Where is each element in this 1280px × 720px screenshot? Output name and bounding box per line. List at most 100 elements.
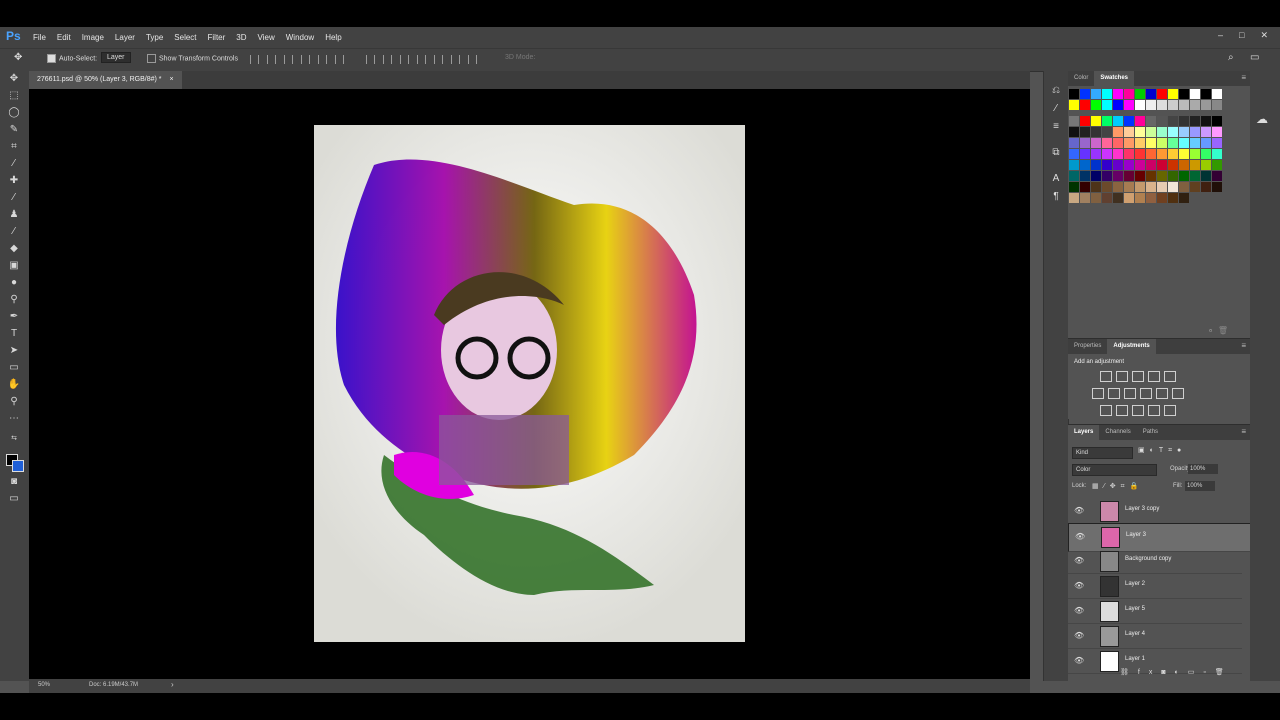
quick-select-icon[interactable]: ✎ xyxy=(7,124,21,136)
swatch[interactable] xyxy=(1146,138,1156,148)
visibility-eye-icon[interactable]: 👁 xyxy=(1075,532,1085,541)
swatch[interactable] xyxy=(1124,182,1134,192)
swatch[interactable] xyxy=(1146,149,1156,159)
tab-channels[interactable]: Channels xyxy=(1099,425,1136,440)
photo-filter-icon[interactable] xyxy=(1140,388,1152,399)
color-lookup-icon[interactable] xyxy=(1172,388,1184,399)
healing-brush-icon[interactable]: ✚ xyxy=(7,175,21,187)
panel-menu-icon[interactable]: ≡ xyxy=(1241,427,1246,436)
swatch[interactable] xyxy=(1179,127,1189,137)
adjustments-icon[interactable]: ≡ xyxy=(1050,121,1062,133)
swatch[interactable] xyxy=(1080,138,1090,148)
layer-thumbnail[interactable] xyxy=(1100,551,1119,572)
swatch[interactable] xyxy=(1113,100,1123,110)
swatch[interactable] xyxy=(1157,182,1167,192)
pen-tool-icon[interactable]: ✒ xyxy=(7,311,21,323)
swatch[interactable] xyxy=(1091,127,1101,137)
swatch[interactable] xyxy=(1157,89,1167,99)
swatch[interactable] xyxy=(1157,127,1167,137)
gradient-map-icon[interactable] xyxy=(1148,405,1160,416)
swatch[interactable] xyxy=(1069,127,1079,137)
swatch[interactable] xyxy=(1157,116,1167,126)
swatch[interactable] xyxy=(1157,160,1167,170)
zoom-level[interactable]: 50% xyxy=(38,682,50,688)
fill-input[interactable]: 100% xyxy=(1185,481,1215,491)
swatch[interactable] xyxy=(1080,171,1090,181)
swatch[interactable] xyxy=(1212,160,1222,170)
hue-sat-icon[interactable] xyxy=(1092,388,1104,399)
menu-edit[interactable]: Edit xyxy=(57,33,71,42)
swap-colors-icon[interactable]: ⇆ xyxy=(7,433,21,445)
tab-color[interactable]: Color xyxy=(1068,71,1094,86)
tab-swatches[interactable]: Swatches xyxy=(1094,71,1135,86)
layer-filter-icons[interactable]: ▣◐T⌗● xyxy=(1138,446,1186,455)
swatch[interactable] xyxy=(1135,100,1145,110)
swatch[interactable] xyxy=(1146,193,1156,203)
swatch[interactable] xyxy=(1201,116,1211,126)
libraries-icon[interactable]: ☁ xyxy=(1256,112,1268,126)
layer-filter-kind[interactable]: Kind xyxy=(1072,447,1133,459)
swatch[interactable] xyxy=(1201,89,1211,99)
swatch[interactable] xyxy=(1146,100,1156,110)
swatch[interactable] xyxy=(1069,193,1079,203)
swatch[interactable] xyxy=(1124,116,1134,126)
character-icon[interactable]: A xyxy=(1050,173,1062,185)
swatch[interactable] xyxy=(1190,160,1200,170)
swatch[interactable] xyxy=(1168,193,1178,203)
dodge-tool-icon[interactable]: ⚲ xyxy=(7,294,21,306)
swatch[interactable] xyxy=(1135,182,1145,192)
search-icon[interactable]: ⌕ xyxy=(1228,52,1234,63)
minimize-button[interactable]: – xyxy=(1218,30,1223,41)
swatch[interactable] xyxy=(1124,100,1134,110)
levels-icon[interactable] xyxy=(1116,371,1128,382)
swatch[interactable] xyxy=(1080,160,1090,170)
swatch[interactable] xyxy=(1091,149,1101,159)
selective-color-icon[interactable] xyxy=(1164,405,1176,416)
layer-panel-footer[interactable]: ⛓fx◙◐▭▫🗑 xyxy=(1120,668,1233,676)
layer-name[interactable]: Layer 1 xyxy=(1125,656,1145,662)
swatch[interactable] xyxy=(1080,193,1090,203)
quick-mask-icon[interactable]: ◙ xyxy=(7,476,21,488)
swatch[interactable] xyxy=(1091,193,1101,203)
layer-name[interactable]: Background copy xyxy=(1125,556,1171,562)
swatch[interactable] xyxy=(1102,116,1112,126)
maximize-button[interactable]: □ xyxy=(1239,30,1244,41)
auto-select-dropdown[interactable]: Layer xyxy=(101,52,131,63)
swatch[interactable] xyxy=(1124,127,1134,137)
swatch[interactable] xyxy=(1201,160,1211,170)
swatch[interactable] xyxy=(1201,127,1211,137)
crop-tool-icon[interactable]: ⌗ xyxy=(7,141,21,153)
swatch[interactable] xyxy=(1135,149,1145,159)
swatch[interactable] xyxy=(1113,127,1123,137)
swatch[interactable] xyxy=(1102,171,1112,181)
visibility-eye-icon[interactable]: 👁 xyxy=(1074,606,1084,615)
swatch[interactable] xyxy=(1069,160,1079,170)
type-tool-icon[interactable]: T xyxy=(7,328,21,340)
swatch[interactable] xyxy=(1091,138,1101,148)
menu-type[interactable]: Type xyxy=(146,33,163,42)
swatch[interactable] xyxy=(1069,89,1079,99)
visibility-eye-icon[interactable]: 👁 xyxy=(1074,581,1084,590)
swatch[interactable] xyxy=(1146,116,1156,126)
path-select-icon[interactable]: ➤ xyxy=(7,345,21,357)
status-menu-arrow[interactable]: › xyxy=(171,680,174,689)
swatch[interactable] xyxy=(1080,149,1090,159)
swatch[interactable] xyxy=(1146,182,1156,192)
brightness-icon[interactable] xyxy=(1100,371,1112,382)
posterize-icon[interactable] xyxy=(1116,405,1128,416)
swatch[interactable] xyxy=(1113,160,1123,170)
background-color[interactable] xyxy=(12,460,24,472)
history-brush-icon[interactable]: ⁄ xyxy=(7,226,21,238)
show-transform-checkbox[interactable]: Show Transform Controls xyxy=(147,54,238,63)
swatch[interactable] xyxy=(1146,160,1156,170)
swatch[interactable] xyxy=(1157,149,1167,159)
swatch[interactable] xyxy=(1124,89,1134,99)
swatch[interactable] xyxy=(1212,171,1222,181)
swatch[interactable] xyxy=(1102,193,1112,203)
swatch[interactable] xyxy=(1146,127,1156,137)
swatch[interactable] xyxy=(1146,171,1156,181)
swatch[interactable] xyxy=(1157,171,1167,181)
more-tools-icon[interactable]: ⋯ xyxy=(7,413,21,425)
curves-icon[interactable] xyxy=(1132,371,1144,382)
close-button[interactable]: ✕ xyxy=(1260,30,1268,41)
